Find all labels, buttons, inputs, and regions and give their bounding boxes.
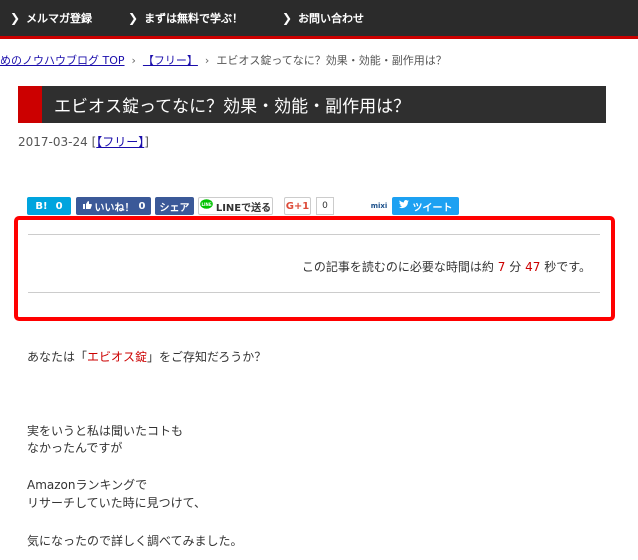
reading-time-prefix: この記事を読むのに必要な時間は約 — [301, 260, 494, 274]
svg-text:LINE: LINE — [201, 202, 211, 207]
divider — [28, 234, 600, 235]
line-icon: LINE — [200, 199, 213, 213]
paragraph-line: なかったんですが — [27, 441, 123, 455]
reading-time-seconds: 47 — [525, 260, 541, 274]
breadcrumb: めのノウハウブログ TOP › 【フリー】 › エビオス錠ってなに？効果・効能・副作用は… — [0, 52, 447, 68]
line-share-button[interactable]: LINE LINEで送る — [198, 197, 273, 215]
reading-time-minutes: 7 — [497, 260, 506, 274]
category-bracket-close: ] — [144, 135, 149, 149]
breadcrumb-home-link[interactable]: めのノウハウブログ TOP — [0, 54, 125, 67]
hatena-count: 0 — [55, 200, 63, 212]
nav-item-label: お問い合わせ — [298, 12, 365, 25]
nav-item-contact[interactable]: ❯ お問い合わせ — [282, 0, 364, 36]
page-title: エビオス錠ってなに？効果・効能・副作用は？ — [54, 97, 411, 117]
google-plus-count: 0 — [316, 197, 334, 215]
paragraph-text: 」をご存知だろうか？ — [147, 350, 267, 364]
nav-item-label: まずは無料で学ぶ！ — [144, 12, 244, 25]
facebook-like-button[interactable]: いいね！ 0 — [76, 197, 151, 215]
hatena-icon: B! — [35, 200, 48, 212]
chevron-right-icon: ❯ — [10, 11, 21, 25]
chevron-right-icon: ❯ — [128, 11, 139, 25]
facebook-share-button[interactable]: シェア — [155, 197, 194, 215]
article-date: 2017-03-24 — [18, 135, 88, 149]
title-accent-mark — [18, 86, 42, 123]
reading-time-text: この記事を読むのに必要な時間は約 7 分 47 秒です。 — [302, 258, 591, 275]
breadcrumb-category-link[interactable]: 【フリー】 — [143, 54, 198, 67]
article-meta: 2017-03-24 [【フリー】] — [18, 133, 149, 150]
google-plus-button[interactable]: G+1 — [284, 197, 311, 215]
reading-time-box: この記事を読むのに必要な時間は約 7 分 47 秒です。 — [14, 216, 615, 321]
facebook-like-count: 0 — [138, 200, 146, 212]
facebook-like-label: いいね！ — [94, 202, 135, 214]
hatena-bookmark-button[interactable]: B! 0 — [27, 197, 71, 215]
breadcrumb-separator: › — [204, 54, 210, 67]
article-category-link[interactable]: 【フリー】 — [96, 135, 144, 149]
tweet-button[interactable]: ツイート — [392, 197, 459, 215]
paragraph-line: 気になったので詳しく調べてみました。 — [27, 534, 243, 548]
reading-time-min-unit: 分 — [509, 260, 522, 274]
paragraph-line: Amazonランキングで — [27, 478, 148, 492]
top-navigation: ❯ メルマガ登録 ❯ まずは無料で学ぶ！ ❯ お問い合わせ — [0, 0, 638, 39]
thumbs-up-icon — [82, 200, 92, 213]
paragraph-line: リサーチしていた時に見つけて、 — [27, 496, 207, 510]
breadcrumb-current: エビオス錠ってなに？効果・効能・副作用は？ — [216, 54, 447, 67]
tweet-label: ツイート — [412, 202, 453, 214]
twitter-bird-icon — [398, 200, 409, 212]
paragraph-text: あなたは「 — [27, 350, 88, 364]
line-share-label: LINEで送る — [215, 202, 272, 214]
paragraph-line: 実をいうと私は聞いたコトも — [27, 424, 184, 438]
chevron-right-icon: ❯ — [282, 11, 293, 25]
nav-item-mailmagazine[interactable]: ❯ メルマガ登録 — [10, 0, 92, 36]
article-title-bar: エビオス錠ってなに？効果・効能・副作用は？ — [18, 86, 606, 123]
nav-item-label: メルマガ登録 — [26, 12, 93, 25]
highlighted-product-name: エビオス錠 — [87, 350, 148, 364]
mixi-check-button[interactable]: mixi — [370, 197, 388, 215]
mixi-icon: mixi — [370, 202, 388, 210]
facebook-share-label: シェア — [159, 202, 190, 214]
divider — [28, 292, 600, 293]
breadcrumb-separator: › — [131, 54, 136, 67]
paragraph-intro: あなたは「エビオス錠」をご存知だろうか？ — [27, 348, 266, 365]
nav-item-free-learning[interactable]: ❯ まずは無料で学ぶ！ — [128, 0, 243, 36]
google-plus-icon: G+1 — [285, 200, 310, 212]
reading-time-sec-unit: 秒です。 — [544, 260, 591, 274]
